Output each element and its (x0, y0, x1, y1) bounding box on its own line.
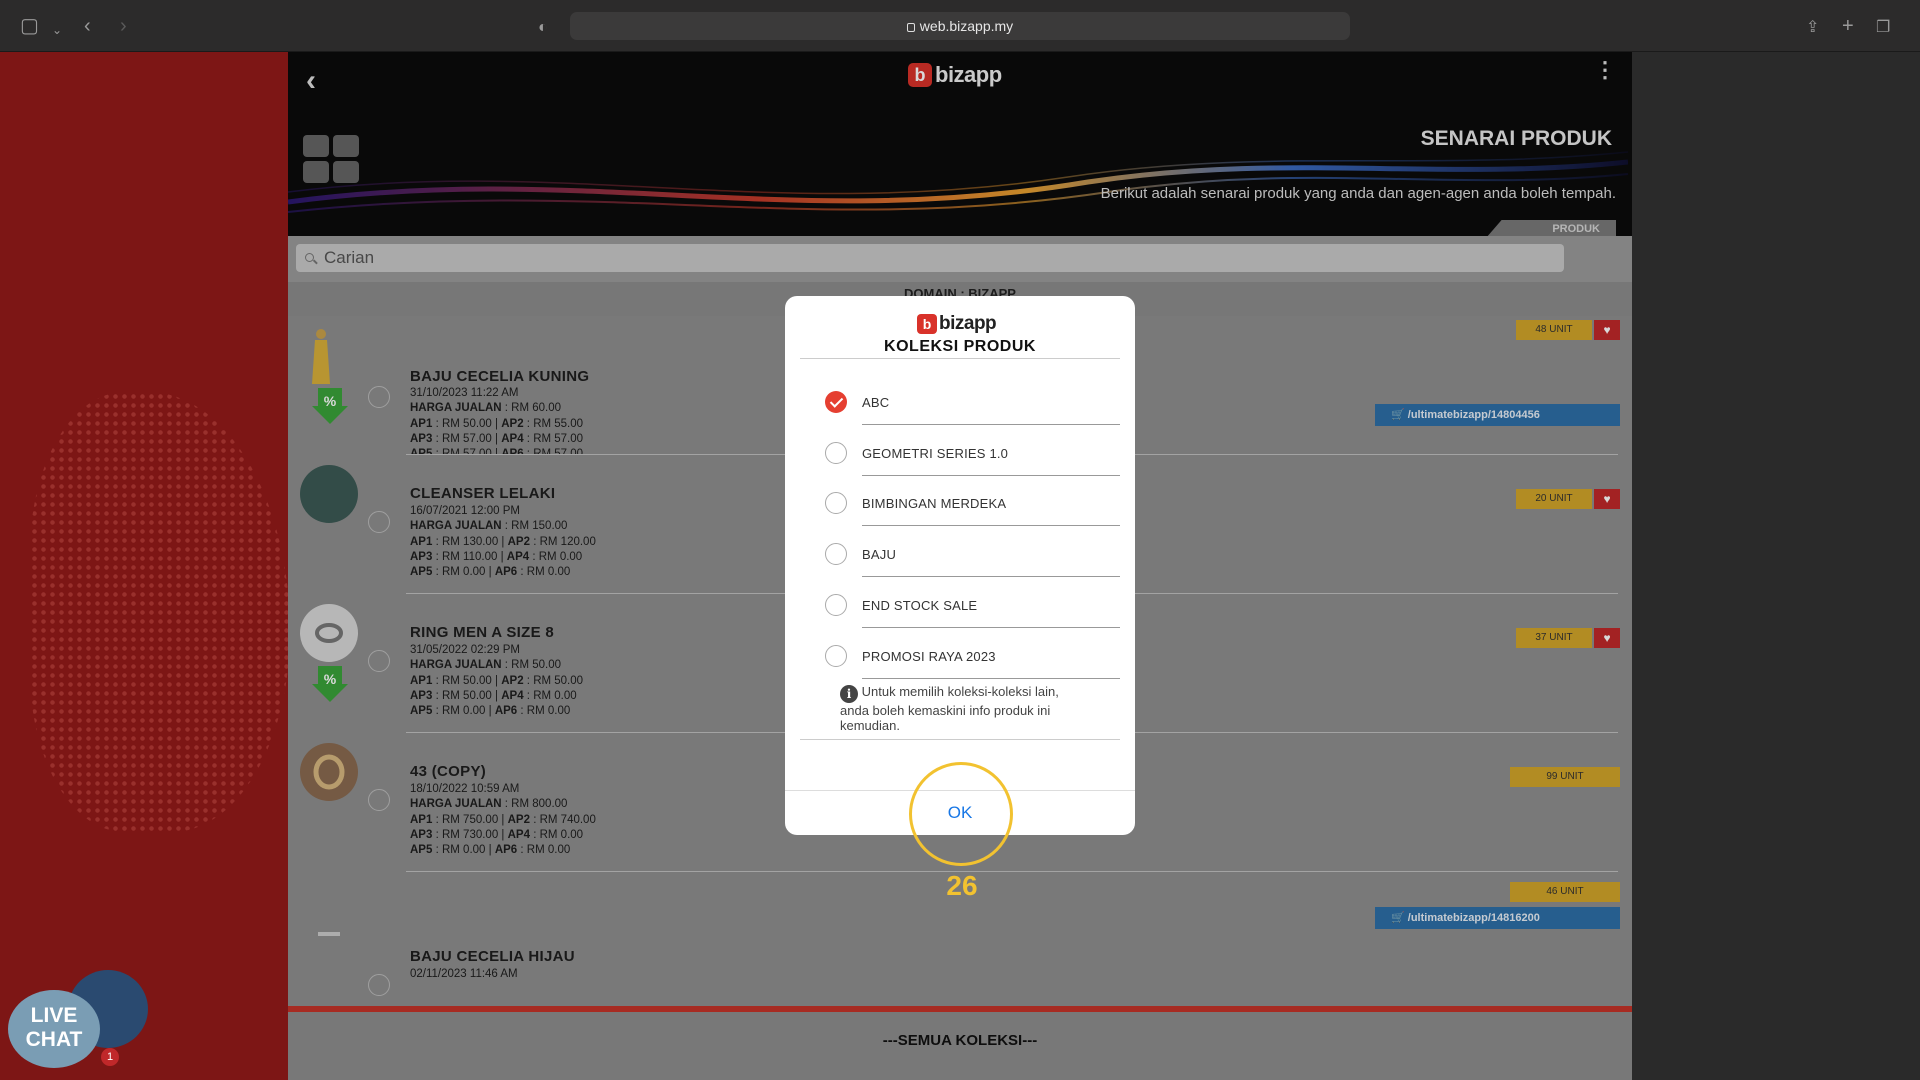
collection-option-geometri[interactable]: GEOMETRI SERIES 1.0 (785, 431, 1135, 482)
live-chat-button[interactable]: LIVE CHAT 1 (8, 970, 148, 1075)
page-background-right (1632, 52, 1920, 1080)
forward-nav-icon[interactable]: › (120, 14, 127, 38)
browser-toolbar: ▢ ⌄ ‹ › ◐ web.bizapp.my ⇪ + ❐ (0, 0, 1920, 52)
collection-option-abc[interactable]: ABC (785, 380, 1135, 431)
notification-badge: 1 (101, 1048, 119, 1066)
back-nav-icon[interactable]: ‹ (84, 14, 91, 38)
checkbox-icon[interactable] (825, 594, 847, 616)
url-text: web.bizapp.my (919, 18, 1014, 34)
collection-option-end-stock[interactable]: END STOCK SALE (785, 583, 1135, 634)
page-background-left (0, 52, 288, 1080)
checkbox-icon[interactable] (825, 442, 847, 464)
tab-overview-icon[interactable]: ❐ (1876, 16, 1890, 40)
collection-dialog: b bizapp KOLEKSI PRODUK ABC GEOMETRI SERI… (785, 296, 1135, 835)
checkbox-icon[interactable] (825, 492, 847, 514)
tap-indicator-number: 26 (946, 870, 978, 901)
info-note: i Untuk memilih koleksi-koleksi lain, an… (840, 684, 1059, 733)
collection-option-promosi[interactable]: PROMOSI RAYA 2023 (785, 634, 1135, 685)
shield-icon[interactable]: ◐ (538, 16, 548, 40)
new-tab-icon[interactable]: + (1842, 14, 1854, 38)
address-bar[interactable]: web.bizapp.my (570, 12, 1350, 40)
dialog-logo: b bizapp (917, 313, 997, 335)
collection-option-baju[interactable]: BAJU (785, 532, 1135, 583)
checkbox-icon[interactable] (825, 645, 847, 667)
share-icon[interactable]: ⇪ (1806, 16, 1819, 40)
checkbox-icon[interactable] (825, 543, 847, 565)
sidebar-toggle-icon[interactable]: ▢ (20, 14, 39, 38)
lock-icon (906, 23, 915, 32)
tap-indicator-ring (909, 762, 1013, 866)
dialog-title: KOLEKSI PRODUK (884, 338, 1036, 355)
collection-option-bimbingan[interactable]: BIMBINGAN MERDEKA (785, 481, 1135, 532)
checkbox-checked-icon[interactable] (825, 391, 847, 413)
info-icon: i (840, 685, 858, 703)
live-chat-label: LIVE CHAT (8, 990, 100, 1068)
chevron-down-icon[interactable]: ⌄ (52, 18, 62, 42)
